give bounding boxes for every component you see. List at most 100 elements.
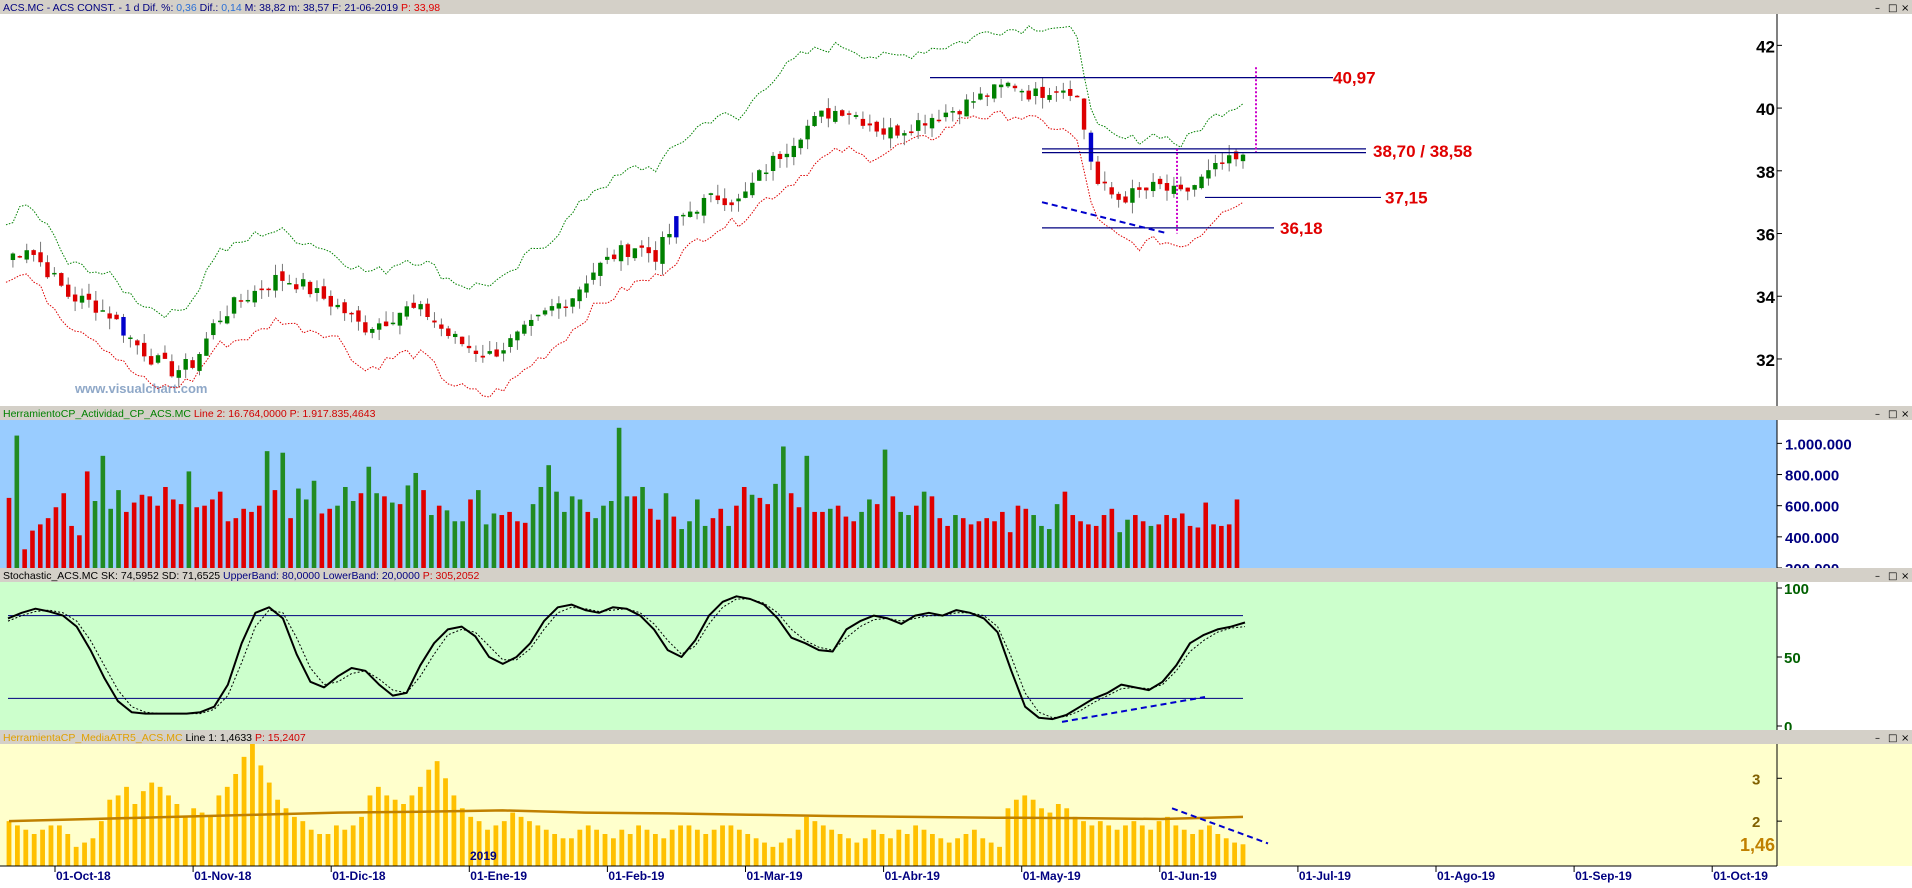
volume-bar [491,513,497,568]
volume-bar [898,511,903,568]
window-button[interactable]: – [1875,409,1880,420]
volume-bar [77,535,82,568]
stochastic-tick-label: 100 [1784,581,1809,598]
chart-canvas: ACS.MC - ACS CONST. - 1 d Dif. %: 0,36 D… [0,0,1912,883]
volume-bar [616,427,622,568]
volume-bar [515,521,520,568]
candle-body [750,182,755,196]
window-button[interactable]: × [1901,409,1909,420]
volume-bar [1172,518,1177,568]
volume-bar [624,496,630,568]
atr-bar [921,829,927,866]
volume-panel: HerramientoCP_Actividad_CP_ACS.MC Line 2… [0,406,1912,578]
candle-body [432,320,437,323]
candle-body [294,284,299,290]
candle-body [446,328,451,337]
volume-bar [6,497,12,568]
volume-bar [945,525,950,568]
candle-body [660,236,665,264]
candle-body [895,125,900,136]
volume-tick-label: 600.000 [1785,499,1839,516]
chart-window: ACS.MC - ACS CONST. - 1 d Dif. %: 0,36 D… [0,0,1912,883]
atr-bar [1148,829,1154,866]
atr-bar [199,812,205,866]
atr-bar [342,829,348,866]
volume-bar [335,505,340,568]
atr-bar [443,778,448,866]
price-tick-label: 38 [1756,163,1775,182]
atr-bar [787,838,793,866]
candle-body [1192,185,1197,190]
volume-bar [773,483,778,568]
window-button[interactable]: □ [1888,733,1897,744]
atr-bar [82,842,87,866]
candle-body [674,216,679,238]
price-tick-label: 42 [1756,37,1775,56]
candle-body [812,115,817,127]
atr-bar [224,786,230,866]
window-button[interactable]: – [1875,3,1880,14]
candle-body [162,352,168,359]
candle-body [128,337,133,340]
x-tick-label: 01-Mar-19 [747,869,803,883]
x-tick-label: 01-Ene-19 [470,869,527,883]
volume-bar [1007,532,1013,568]
window-button[interactable]: □ [1888,409,1897,420]
volume-bar [1156,524,1162,568]
candle-body [190,360,195,368]
volume-panel-title: HerramientoCP_Actividad_CP_ACS.MC Line 2… [3,408,376,420]
volume-bar [1140,521,1146,568]
candle-body [349,312,354,315]
candle-body [1061,90,1066,93]
window-button[interactable]: × [1901,3,1909,14]
candle-body [1074,95,1080,98]
x-tick-label: 01-Oct-18 [56,869,111,883]
atr-bar [73,846,79,866]
window-button[interactable]: – [1875,571,1880,582]
atr-bar [644,829,650,866]
atr-bar [913,825,919,866]
window-button[interactable]: □ [1888,571,1897,582]
window-button[interactable]: × [1901,571,1909,582]
x-tick-label: 01-Jun-19 [1161,869,1217,883]
atr-bar [1173,825,1179,866]
window-button[interactable]: – [1875,733,1880,744]
atr-bar [6,821,12,866]
volume-bar [608,501,614,568]
volume-bar [178,504,184,568]
volume-bar [131,502,137,568]
window-button[interactable]: × [1901,733,1909,744]
volume-bar [1211,524,1216,568]
candle-body [142,342,147,357]
volume-bar [890,496,896,568]
volume-bar [210,499,215,568]
level-label: 40,97 [1333,69,1376,88]
volume-bar [452,521,458,568]
volume-bar [1093,525,1099,568]
atr-bar [300,821,306,866]
atr-bar [527,821,532,866]
candle-body [611,254,617,260]
x-tick-label: 01-Nov-18 [194,869,252,883]
volume-bar [874,504,880,568]
candle-body [501,350,506,354]
volume-bar [429,515,434,568]
candle-body [763,172,769,175]
candle-body [985,95,990,97]
volume-bar [436,505,442,568]
volume-bar [781,446,786,568]
candle-body [929,117,935,129]
volume-bar [1117,532,1122,568]
window-button[interactable]: □ [1888,3,1897,14]
candle-body [114,314,119,320]
atr-bar [182,816,188,866]
atr-bar [1055,804,1061,866]
volume-bar [655,519,661,568]
price-tick-label: 36 [1756,226,1775,245]
candle-body [936,119,942,122]
volume-bar [37,524,43,568]
candle-body [570,298,575,307]
candle-body [943,112,949,118]
atr-bar [409,795,415,866]
candle-body [1240,154,1246,162]
